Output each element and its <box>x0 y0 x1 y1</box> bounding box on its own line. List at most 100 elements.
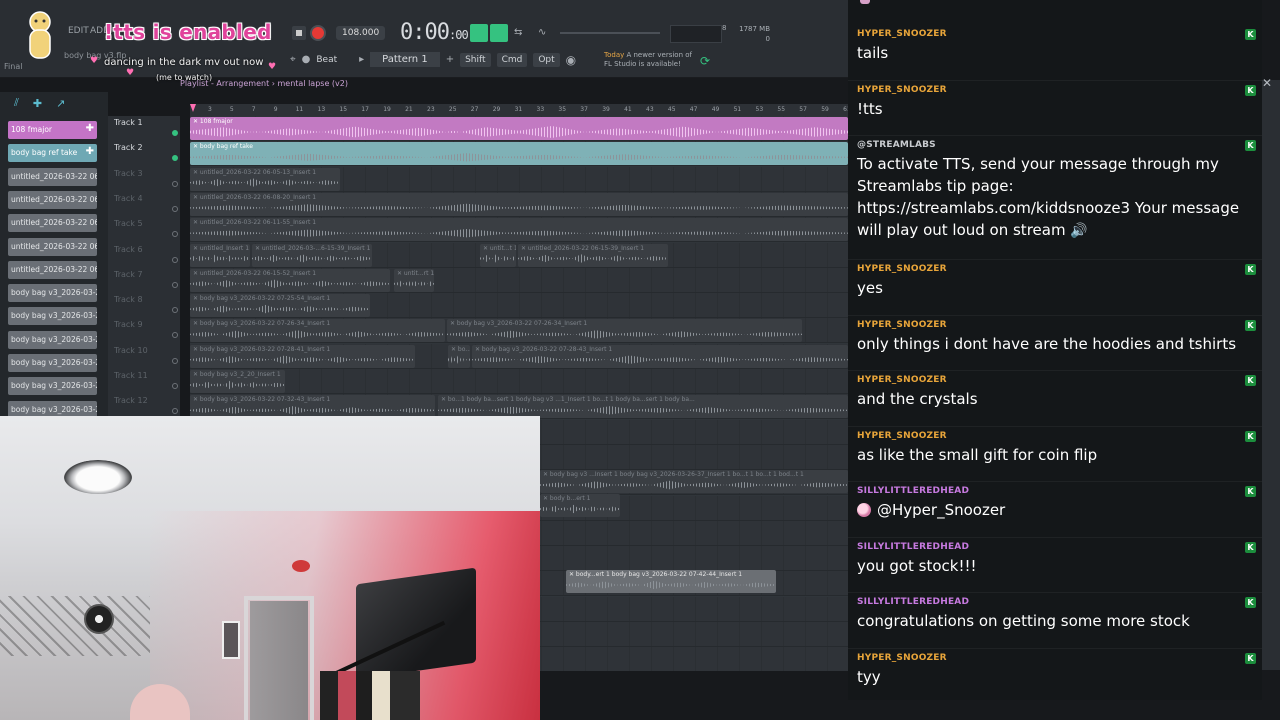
picker-arrow-icon[interactable]: ↗ <box>56 97 65 110</box>
track-name[interactable]: Track 11 <box>114 371 178 380</box>
shift-key[interactable]: Shift <box>460 52 491 67</box>
audio-clip[interactable]: ✕ body bag v3_2026-03-22 07-26-34_Insert… <box>447 319 802 343</box>
audio-clip[interactable]: ✕ body bag v3_2026-03-22 07-28-43_Insert… <box>472 344 848 368</box>
audio-clip[interactable]: ✕ body bag v3 ...Insert 1 body bag v3_20… <box>540 470 848 493</box>
track-name[interactable]: Track 4 <box>114 194 178 203</box>
audio-clip[interactable]: ✕ body bag v3_2026-03-22 07-28-41_Insert… <box>190 344 415 368</box>
playlist-lane[interactable] <box>190 369 848 394</box>
track-mute-toggle[interactable] <box>172 408 178 415</box>
audio-clip[interactable]: ✕ body b...ert 1 <box>540 494 620 517</box>
tempo-display[interactable]: 108.000 <box>336 26 386 40</box>
track-mute-toggle[interactable] <box>172 155 178 162</box>
cmd-key[interactable]: Cmd <box>496 52 528 67</box>
audio-clip[interactable]: ✕ untitled_2026-03-22 06-05-13_Insert 1 <box>190 167 340 191</box>
picker-item[interactable]: body bag v3_2026-03-2... <box>8 307 97 326</box>
picker-item[interactable]: untitled_2026-03-22 06-... <box>8 260 97 279</box>
pattern-prev-icon[interactable]: ▸ <box>359 54 364 65</box>
metronome-button[interactable] <box>490 24 508 42</box>
chat-username[interactable]: SILLYLITTLEREDHEAD <box>857 486 969 496</box>
track-name[interactable]: Track 10 <box>114 346 178 355</box>
track-mute-toggle[interactable] <box>172 130 178 136</box>
snap-icon[interactable]: ⌖ <box>290 54 296 65</box>
track-mute-toggle[interactable] <box>172 281 178 288</box>
audio-clip[interactable]: ✕ body bag v3_2_20_Insert 1 <box>190 370 285 393</box>
wave-icon[interactable]: ∿ <box>538 27 546 38</box>
mic-icon[interactable]: ● <box>302 54 311 65</box>
chat-username[interactable]: HYPER_SNOOZER <box>857 85 947 95</box>
track-name[interactable]: Track 12 <box>114 396 178 405</box>
chat-username[interactable]: HYPER_SNOOZER <box>857 264 947 274</box>
loop-icon[interactable]: ⇆ <box>514 27 522 38</box>
track-name[interactable]: Track 7 <box>114 270 178 279</box>
track-mute-toggle[interactable] <box>172 205 178 212</box>
audio-clip[interactable]: ✕ bo...t 1 <box>448 344 470 368</box>
chat-username[interactable]: SILLYLITTLEREDHEAD <box>857 597 969 607</box>
audio-clip[interactable]: ✕ 108 fmajor <box>190 117 848 140</box>
picker-item[interactable]: untitled_2026-03-22 06-... <box>8 190 97 209</box>
stop-button[interactable] <box>292 26 306 40</box>
track-name[interactable]: Track 5 <box>114 219 178 228</box>
chat-username[interactable]: @STREAMLABS <box>857 140 936 150</box>
snap-selector[interactable]: Beat <box>316 55 337 65</box>
track-mute-toggle[interactable] <box>172 383 178 389</box>
track-name[interactable]: Track 1 <box>114 118 178 127</box>
chat-username[interactable]: HYPER_SNOOZER <box>857 431 947 441</box>
track-name[interactable]: Track 2 <box>114 143 178 152</box>
picker-cross-icon[interactable]: ✚ <box>33 97 42 110</box>
picker-item[interactable]: body bag v3_2026-03-2... <box>8 330 97 349</box>
pattern-add-icon[interactable]: + <box>446 54 454 65</box>
track-mute-toggle[interactable] <box>172 231 178 238</box>
chat-username[interactable]: HYPER_SNOOZER <box>857 320 947 330</box>
track-mute-toggle[interactable] <box>172 307 178 314</box>
track-mute-toggle[interactable] <box>172 357 178 364</box>
picker-item[interactable]: body bag v3_2026-03-2... <box>8 377 97 396</box>
audio-clip[interactable]: ✕ untitled_2026-03-22 06-08-20_Insert 1 <box>190 192 848 216</box>
picker-item[interactable]: untitled_2026-03-22 06-... <box>8 237 97 256</box>
picker-item[interactable]: body bag v3_2026-03-2... <box>8 284 97 303</box>
track-name[interactable]: Track 9 <box>114 320 178 329</box>
audio-clip[interactable]: ✕ untitled_Insert 1 <box>190 243 250 267</box>
master-volume-slider[interactable] <box>560 32 660 34</box>
track-name[interactable]: Track 8 <box>114 295 178 304</box>
chat-username[interactable]: HYPER_SNOOZER <box>857 29 947 39</box>
timeline-ruler[interactable]: 3 5 7 9 11 13 15 17 19 21 23 25 27 29 31 33 35 37 39 41 43 45… <box>190 104 848 116</box>
opt-key[interactable]: Opt <box>533 52 560 67</box>
track-mute-toggle[interactable] <box>172 180 178 187</box>
menu-edit[interactable]: EDIT <box>68 26 89 36</box>
audio-clip[interactable]: ✕ untit...t 1 <box>480 243 516 267</box>
pattern-selector[interactable]: Pattern 1 <box>370 52 440 67</box>
audio-clip[interactable]: ✕ untitled_2026-03-22 06-15-39_Insert 1 <box>518 243 668 267</box>
picker-item[interactable]: 108 fmajor ✚ <box>8 121 97 139</box>
picker-item[interactable]: untitled_2026-03-22 06-... <box>8 167 97 186</box>
track-mute-toggle[interactable] <box>172 332 178 339</box>
picker-item[interactable]: body bag v3_2026-03-2... <box>8 354 97 372</box>
song-mode-button[interactable] <box>470 24 488 42</box>
update-icon[interactable]: ⟳ <box>700 54 710 68</box>
record-button[interactable] <box>310 25 326 41</box>
track-name[interactable]: Track 3 <box>114 169 178 178</box>
audio-clip[interactable]: ✕ body...ert 1 body bag v3_2026-03-22 07… <box>566 570 776 593</box>
picker-mode-icon[interactable]: ⫽ <box>14 96 19 110</box>
audio-clip[interactable]: ✕ untitled_2026-03-22 06-11-55_Insert 1 <box>190 218 848 242</box>
close-icon[interactable]: ✕ <box>1262 76 1272 90</box>
chat-username[interactable]: SILLYLITTLEREDHEAD <box>857 542 969 552</box>
audio-clip[interactable]: ✕ body bag v3_2026-03-22 07-32-43_Insert… <box>190 395 435 419</box>
track-name[interactable]: Track 6 <box>114 245 178 254</box>
picker-item[interactable]: body bag ref take ✚ <box>8 144 97 163</box>
audio-clip[interactable]: ✕ body bag v3_2026-03-22 07-26-34_Insert… <box>190 319 445 343</box>
playlist-scrollbar[interactable] <box>1262 80 1280 670</box>
track-mute-toggle[interactable] <box>172 256 178 263</box>
audio-clip[interactable]: ✕ untitled_2026-03-...6-15-39_Insert 1 <box>252 243 372 267</box>
audio-clip[interactable]: ✕ body bag v3_2026-03-22 07-25-54_Insert… <box>190 294 370 318</box>
audio-clip[interactable]: ✕ untitled_2026-03-22 06-15-52_Insert 1 <box>190 268 390 292</box>
add-icon[interactable]: ✚ <box>86 123 94 134</box>
chat-username[interactable]: HYPER_SNOOZER <box>857 375 947 385</box>
audio-clip[interactable]: ✕ untit...rt 1 <box>394 268 434 292</box>
online-news-icon[interactable]: ◉ <box>566 53 576 67</box>
chat-username[interactable]: HYPER_SNOOZER <box>857 653 947 663</box>
news-panel[interactable]: Today A newer version of FL Studio is av… <box>604 51 692 69</box>
audio-clip[interactable]: ✕ bo...1 body ba...sert 1 body bag v3 ..… <box>438 395 848 419</box>
audio-clip[interactable]: ✕ body bag ref take <box>190 142 848 166</box>
add-icon[interactable]: ✚ <box>86 146 94 157</box>
picker-item[interactable]: untitled_2026-03-22 06-... <box>8 214 97 233</box>
